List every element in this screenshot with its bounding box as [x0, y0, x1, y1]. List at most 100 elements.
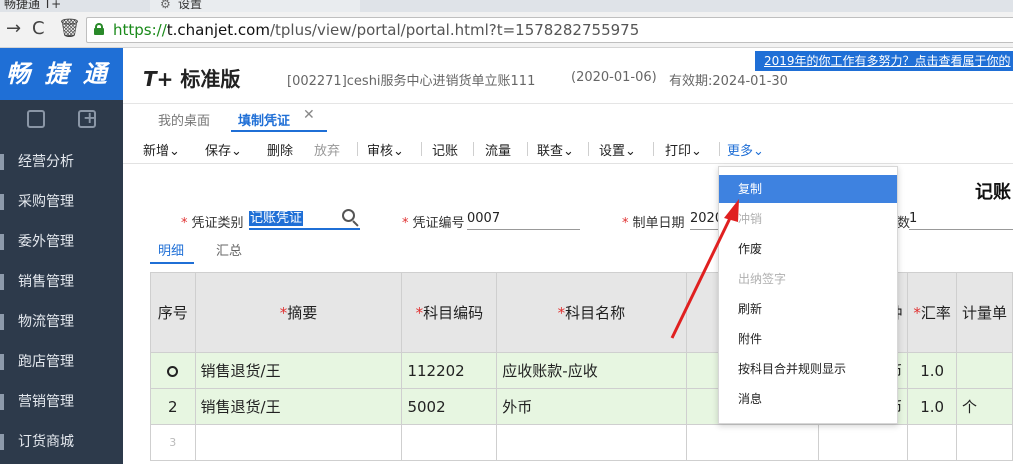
code-cell[interactable]	[401, 424, 498, 461]
more-dropdown-menu: 复制 冲销 作废 出纳签字 刷新 附件 按科目合并规则显示 消息	[718, 166, 898, 424]
flow-button[interactable]: 流量	[485, 140, 511, 159]
summary-cell[interactable]: 销售退货/王	[194, 352, 403, 389]
seq-cell: 3	[150, 424, 196, 461]
browser-tab-settings-label: 设置	[178, 0, 203, 11]
name-cell[interactable]	[496, 424, 687, 461]
brand-logo: 畅 捷 通	[0, 48, 123, 100]
tab-desktop[interactable]: 我的桌面	[158, 110, 210, 129]
add-shortcut-icon[interactable]	[78, 108, 96, 128]
voucher-type-label: * 凭证类别	[181, 216, 244, 231]
voucher-number-field[interactable]: 0007	[467, 208, 580, 230]
voucher-title: 记账	[975, 182, 1011, 203]
toolbar-divider	[357, 142, 358, 156]
print-button[interactable]: 打印⌄	[665, 140, 702, 159]
browser-tab-tplus[interactable]: 畅捷通 T+	[4, 0, 61, 12]
reload-icon[interactable]: C	[32, 19, 45, 39]
rate-cell[interactable]: 1.0	[907, 388, 957, 425]
voucher-date-label: * 制单日期	[622, 216, 685, 231]
sidebar-item-mall[interactable]: 订货商城	[0, 422, 123, 462]
discard-button[interactable]: 放弃	[314, 140, 340, 159]
url-text: https://t.chanjet.com/tplus/view/portal/…	[113, 21, 640, 39]
sidebar-item-sales[interactable]: 销售管理	[0, 262, 123, 302]
sidebar-item-store-visit[interactable]: 跑店管理	[0, 342, 123, 382]
url-field[interactable]: https://t.chanjet.com/tplus/view/portal/…	[86, 17, 1013, 43]
seq-cell: 2	[150, 388, 196, 425]
address-bar: → C 🗑 https://t.chanjet.com/tplus/view/p…	[0, 12, 1013, 48]
product-logo: T+ 标准版	[143, 67, 241, 91]
delete-button[interactable]: 删除	[267, 140, 293, 159]
code-cell[interactable]: 5002	[401, 388, 498, 425]
toolbar-divider	[473, 142, 474, 156]
unit-cell[interactable]	[955, 424, 1013, 461]
menu-item-refresh[interactable]: 刷新	[719, 295, 897, 323]
new-button[interactable]: 新增⌄	[143, 140, 180, 159]
toolbar: 新增⌄ 保存⌄ 删除 放弃 审核⌄ 记账 流量 联查⌄ 设置⌄ 打印⌄ 更多⌄	[123, 132, 1013, 164]
sidebar-item-purchase[interactable]: 采购管理	[0, 182, 123, 222]
voucher-date-field[interactable]: 2020	[690, 208, 723, 230]
browser-tab-settings[interactable]: ⚙ 设置	[150, 0, 360, 12]
row-marker-cell[interactable]	[150, 352, 196, 389]
review-button[interactable]: 审核⌄	[367, 140, 404, 159]
lock-icon	[94, 23, 104, 35]
gear-icon: ⚙	[160, 0, 171, 11]
sidebar-tools	[0, 100, 123, 142]
row-marker-icon[interactable]	[167, 365, 179, 377]
subtab-indicator	[150, 262, 194, 264]
sidebar-item-outsource[interactable]: 委外管理	[0, 222, 123, 262]
tab-voucher-entry[interactable]: 填制凭证	[238, 110, 290, 129]
rate-cell[interactable]	[907, 424, 957, 461]
menu-item-cashier-sign[interactable]: 出纳签字	[719, 265, 897, 293]
name-cell[interactable]: 外币	[496, 388, 687, 425]
history-icon[interactable]	[27, 110, 45, 128]
toolbar-divider	[719, 142, 720, 156]
column-header-seq: 序号	[150, 272, 196, 353]
more-button[interactable]: 更多⌄	[727, 140, 764, 159]
summary-cell[interactable]: 销售退货/王	[194, 388, 403, 425]
company-name: [002271]ceshi服务中心进销货单立账111	[287, 74, 536, 89]
toolbar-divider	[527, 142, 528, 156]
table-row[interactable]: 3	[150, 424, 1013, 461]
column-header-rate: *汇率	[907, 272, 957, 353]
menu-item-message[interactable]: 消息	[719, 385, 897, 413]
login-date: (2020-01-06)	[571, 70, 657, 85]
hidden-cell	[685, 424, 819, 461]
menu-item-attachment[interactable]: 附件	[719, 325, 897, 353]
browser-tab-strip: 畅捷通 T+ ⚙ 设置	[0, 0, 1013, 12]
toolbar-divider	[421, 142, 422, 156]
validity-date: 有效期:2024-01-30	[669, 74, 788, 89]
settings-button[interactable]: 设置⌄	[599, 140, 636, 159]
column-header-code: *科目编码	[401, 272, 498, 353]
back-arrow-icon[interactable]: →	[6, 19, 21, 39]
subtab-summary[interactable]: 汇总	[216, 240, 242, 259]
voucher-number-label: * 凭证编号	[402, 216, 465, 231]
name-cell[interactable]: 应收账款-应收	[496, 352, 687, 389]
close-icon[interactable]: ✕	[303, 107, 315, 123]
menu-item-void[interactable]: 作废	[719, 235, 897, 263]
column-header-summary: *摘要	[194, 272, 403, 353]
sidebar-item-logistics[interactable]: 物流管理	[0, 302, 123, 342]
search-icon[interactable]	[342, 209, 360, 227]
menu-item-merge-display[interactable]: 按科目合并规则显示	[719, 355, 897, 383]
subtab-detail[interactable]: 明细	[158, 240, 184, 259]
post-button[interactable]: 记账	[432, 140, 458, 159]
column-header-name: *科目名称	[496, 272, 687, 353]
app-header: T+ 标准版 [002271]ceshi服务中心进销货单立账111 (2020-…	[123, 48, 1013, 104]
save-button[interactable]: 保存⌄	[205, 140, 242, 159]
code-cell[interactable]: 112202	[401, 352, 498, 389]
sidebar: 畅 捷 通 经营分析 采购管理 委外管理 销售管理 物流管理 跑店管理 营销管理…	[0, 48, 123, 464]
attachment-count-field[interactable]: 1	[909, 208, 1013, 230]
toolbar-divider	[588, 142, 589, 156]
unit-cell[interactable]: 个	[955, 388, 1013, 425]
sidebar-item-analysis[interactable]: 经营分析	[0, 142, 123, 182]
delete-icon[interactable]: 🗑	[58, 19, 81, 39]
currency-cell[interactable]	[817, 424, 909, 461]
menu-item-reverse[interactable]: 冲销	[719, 205, 897, 233]
rate-cell[interactable]: 1.0	[907, 352, 957, 389]
unit-cell[interactable]	[955, 352, 1013, 389]
menu-item-copy[interactable]: 复制	[719, 175, 897, 203]
toolbar-divider	[653, 142, 654, 156]
link-query-button[interactable]: 联查⌄	[537, 140, 574, 159]
promo-banner-link[interactable]: 2019年的你工作有多努力？点击查看属于你的	[755, 51, 1013, 71]
summary-cell[interactable]	[194, 424, 403, 461]
sidebar-item-marketing[interactable]: 营销管理	[0, 382, 123, 422]
